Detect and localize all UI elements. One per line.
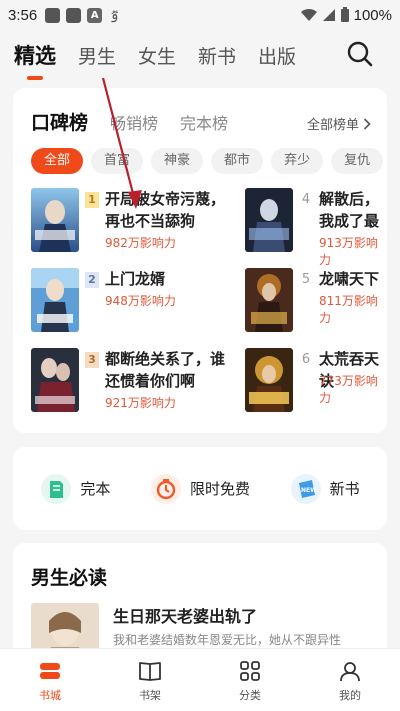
nav-bookstore[interactable]: 书城 [0,649,100,711]
genre-chips: 全部 首富 神豪 都市 弃少 复仇 [31,148,387,176]
nav-bookshelf-label: 书架 [139,688,161,702]
book-heat: 913万影响力 [319,236,378,267]
quick-new-books[interactable]: NEW 新书 [262,473,387,505]
ranking-tabs: 口碑榜 畅销榜 完本榜 [31,108,250,135]
all-rankings-link[interactable]: 全部榜单 [307,114,371,133]
book-cover [245,188,293,252]
bookstore-icon [40,662,60,679]
tab-word-of-mouth[interactable]: 口碑榜 [31,108,88,135]
notification-glyph: ٷ [110,7,119,23]
a-icon: A [87,7,103,23]
book-description: 我和老婆结婚数年恩爱无比，她从不跟异性 [113,633,342,647]
chip-urban[interactable]: 都市 [211,148,264,174]
ranking-book[interactable]: 2 上门龙婿 948万影响力 [31,268,246,336]
nav-bookshelf[interactable]: 书架 [100,649,200,711]
status-time: 3:56 [8,6,38,24]
svg-text:NEW: NEW [301,487,317,494]
book-complete-icon [41,473,72,504]
ranking-book-grid: 1 开局被女帝污蔑，再也不当舔狗 982万影响力 2 上门龙婿 948万影响力 … [31,188,387,424]
top-tabs: 精选 男生 女生 新书 出版 [0,30,400,80]
book-heat: 921万影响力 [105,396,176,410]
nav-profile[interactable]: 我的 [300,649,400,711]
tab-completed[interactable]: 完本榜 [180,110,228,134]
ranking-book[interactable]: 6 太荒吞天诀 773万影响力 [245,348,387,416]
tab-published[interactable]: 出版 [258,42,296,69]
bottom-nav: 书城 书架 分类 我的 [0,648,400,711]
chip-revenge[interactable]: 复仇 [331,148,384,174]
status-bar: 3:56 A ٷ 100% [0,0,400,30]
ranking-book[interactable]: 1 开局被女帝污蔑，再也不当舔狗 982万影响力 [31,188,246,256]
ranking-book[interactable]: 3 都断绝关系了，谁还惯着你们啊 921万影响力 [31,348,246,416]
chip-abandoned[interactable]: 弃少 [271,148,324,174]
book-cover [245,348,293,412]
wifi-icon [300,8,317,21]
book-cover [31,268,79,332]
signal-icon [322,9,335,21]
ranking-book[interactable]: 4 解散后，我成了最强顶流阔天空火 913万影响力 [245,188,387,267]
tab-new-books[interactable]: 新书 [198,42,236,69]
rank-badge: 5 [301,272,311,287]
all-rankings-label: 全部榜单 [306,118,359,133]
book-cover [31,348,79,412]
book-cover [31,188,79,252]
book-title: 开局被女帝污蔑，再也不当舔狗 [105,190,226,230]
book-title: 解散后，我成了最强顶流阔天空火 [319,190,380,230]
quick-new-books-label: 新书 [329,480,360,498]
book-heat: 982万影响力 [105,236,176,250]
chip-all[interactable]: 全部 [31,148,84,174]
nav-profile-label: 我的 [339,688,361,702]
rank-badge: 6 [301,352,311,367]
book-title: 上门龙婿 [105,270,166,288]
category-icon [240,660,260,681]
quick-completed[interactable]: 完本 [13,473,138,505]
rank-badge: 4 [301,192,311,207]
book-cover [245,268,293,332]
notification-icon [45,7,61,23]
rank-badge: 3 [85,352,99,368]
tab-male[interactable]: 男生 [78,42,116,69]
quick-limited-free-label: 限时免费 [190,480,251,498]
ranking-book[interactable]: 5 龙啸天下 811万影响力 [245,268,387,336]
rank-badge: 1 [85,192,99,208]
bookshelf-icon [139,661,161,681]
book-title: 都断绝关系了，谁还惯着你们啊 [105,350,226,390]
quick-limited-free[interactable]: 限时免费 [138,473,263,505]
tab-bestseller[interactable]: 畅销榜 [110,110,158,134]
chip-tycoon[interactable]: 神豪 [151,148,204,174]
search-icon[interactable] [346,40,374,68]
quick-completed-label: 完本 [80,480,111,498]
rank-badge: 2 [85,272,99,288]
must-read-card: 男生必读 生日那天老婆出轨了 我和老婆结婚数年恩爱无比，她从不跟异性 [13,543,387,663]
new-book-icon: NEW [290,473,321,504]
chevron-right-icon [363,117,371,130]
timer-icon [151,473,181,504]
book-heat: 773万影响力 [319,374,378,405]
nav-category[interactable]: 分类 [200,649,300,711]
battery-percent: 100% [353,6,392,24]
tab-female[interactable]: 女生 [138,42,176,69]
chip-richest[interactable]: 首富 [91,148,144,174]
book-title: 龙啸天下 [319,270,380,288]
ranking-card: 口碑榜 畅销榜 完本榜 全部榜单 全部 首富 神豪 都市 弃少 复仇 1 开局被女帝污蔑，… [13,88,387,433]
book-title: 生日那天老婆出轨了 [113,607,258,626]
quick-entries-card: 完本 限时免费 NEW 新书 [13,447,387,530]
profile-icon [340,661,360,681]
section-title: 男生必读 [31,567,108,589]
nav-bookstore-label: 书城 [39,688,61,702]
battery-icon [340,7,349,22]
book-heat: 948万影响力 [105,294,176,308]
nav-category-label: 分类 [239,688,261,702]
notification-icon [66,7,82,23]
book-heat: 811万影响力 [319,294,378,325]
tab-featured[interactable]: 精选 [14,40,56,70]
